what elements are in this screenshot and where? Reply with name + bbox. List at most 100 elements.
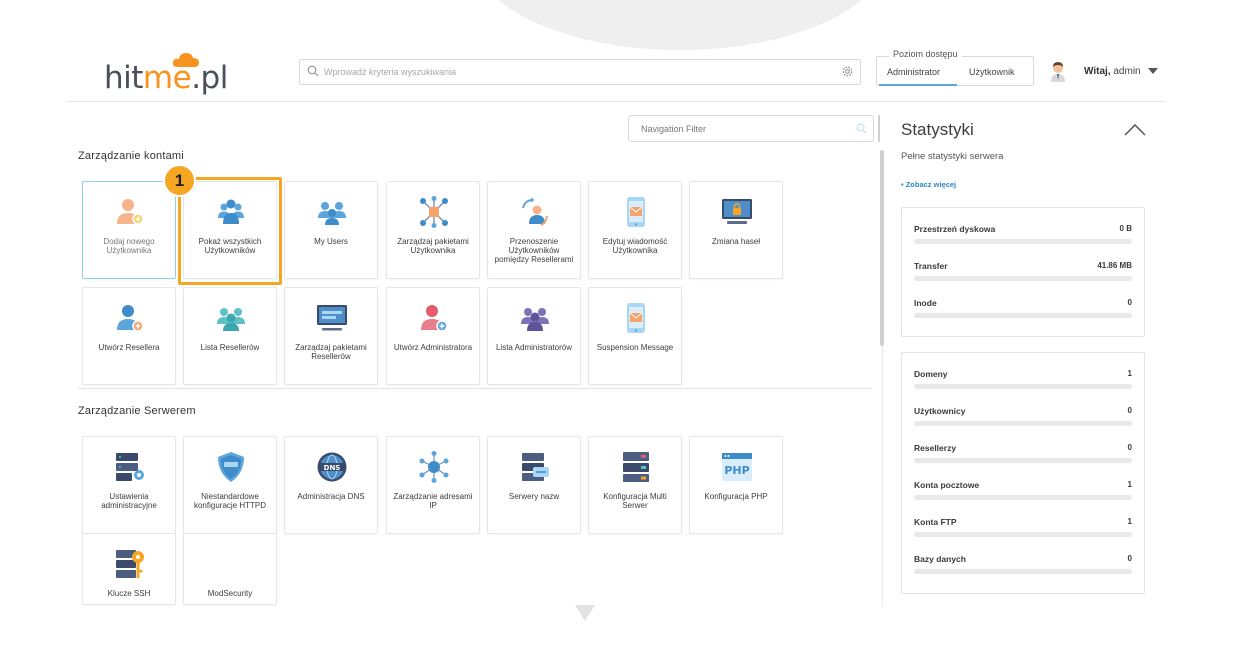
hitme-logo[interactable]: hitme.pl <box>104 52 228 98</box>
see-more-link[interactable]: • Zobacz więcej <box>901 180 956 189</box>
tile-change-passwords[interactable]: Zmiana haseł <box>689 181 783 279</box>
stat-bar <box>914 239 1132 244</box>
stat-value: 1 <box>1127 517 1132 526</box>
tile-modsecurity[interactable]: ModSecurity <box>183 533 277 605</box>
tile-label: Przenoszenie Użytkowników pomiędzy Resel… <box>494 237 574 264</box>
tile-suspension-message[interactable]: Suspension Message <box>588 287 682 385</box>
tile-label: My Users <box>314 237 348 246</box>
search-icon <box>307 65 319 77</box>
stat-bar <box>914 532 1132 537</box>
tile-edit-user-message[interactable]: Edytuj wiadomość Użytkownika <box>588 181 682 279</box>
access-level-switch: Poziom dostępu Administrator Użytkownik <box>876 49 1034 86</box>
stat-inode: Inode 0 <box>914 298 1132 328</box>
stat-name: Użytkownicy <box>914 406 966 416</box>
tile-my-users[interactable]: My Users <box>284 181 378 279</box>
stat-value: 0 <box>1127 406 1132 415</box>
reseller-packages-icon <box>317 305 347 331</box>
stat-bar <box>914 458 1132 463</box>
section-divider <box>78 388 872 389</box>
create-reseller-icon <box>117 305 144 332</box>
tile-label: Utwórz Administratora <box>393 343 473 352</box>
gear-icon[interactable] <box>841 65 854 78</box>
stat-value: 0 <box>1127 298 1132 307</box>
httpd-shield-icon <box>218 452 244 482</box>
stat-name: Przestrzeń dyskowa <box>914 224 996 234</box>
tile-php-config[interactable]: PHP Konfiguracja PHP <box>689 436 783 534</box>
logo-text: hitme.pl <box>104 60 228 96</box>
tile-label: Suspension Message <box>596 343 674 352</box>
access-user-option[interactable]: Użytkownik <box>969 67 1015 77</box>
stat-value: 0 <box>1127 443 1132 452</box>
tile-admin-list[interactable]: Lista Administratorów <box>487 287 581 385</box>
chevron-up-icon[interactable] <box>1124 124 1146 136</box>
tile-ip-management[interactable]: Zarządzanie adresami IP <box>386 436 480 534</box>
tile-create-admin[interactable]: Utwórz Administratora <box>386 287 480 385</box>
greeting: Witaj, admin <box>1084 66 1141 77</box>
php-icon: PHP <box>722 453 752 481</box>
tile-label: Dodaj nowego Użytkownika <box>103 237 155 255</box>
tile-multi-server[interactable]: Konfiguracja Multi Serwer <box>588 436 682 534</box>
stat-transfer: Transfer 41.86 MB <box>914 261 1132 291</box>
global-search[interactable] <box>299 59 861 85</box>
stat-name: Domeny <box>914 369 948 379</box>
dns-globe-icon: DNS <box>317 452 347 482</box>
content-divider <box>882 346 883 606</box>
tile-label: Zmiana haseł <box>711 237 761 246</box>
tile-name-servers[interactable]: Serwery nazw <box>487 436 581 534</box>
monitor-lock-icon <box>722 199 752 224</box>
search-input[interactable] <box>324 63 824 81</box>
chevron-down-icon[interactable] <box>1148 68 1158 74</box>
navigation-filter-input[interactable] <box>641 121 841 137</box>
section-title-server: Zarządzanie Serwerem <box>78 405 196 417</box>
tile-httpd-config[interactable]: Niestandardowe konfiguracje HTTPD <box>183 436 277 534</box>
stat-bar <box>914 313 1132 318</box>
ssh-key-icon <box>116 550 144 578</box>
stats-box-counts: Domeny 1 Użytkownicy 0 Resellerzy 0 Kont… <box>901 352 1145 594</box>
stat-name: Inode <box>914 298 937 308</box>
stat-value: 41.86 MB <box>1097 261 1132 270</box>
tile-transfer-users[interactable]: Przenoszenie Użytkowników pomiędzy Resel… <box>487 181 581 279</box>
tile-label: Lista Resellerów <box>200 343 260 352</box>
tile-ssh-keys[interactable]: Klucze SSH <box>82 533 176 605</box>
svg-text:DNS: DNS <box>324 464 341 472</box>
navigation-filter[interactable] <box>628 115 874 142</box>
tile-label: ModSecurity <box>207 589 253 598</box>
filter-divider <box>878 115 880 142</box>
tile-highlight-frame <box>178 177 282 285</box>
active-access-indicator <box>879 84 957 86</box>
access-admin-option[interactable]: Administrator <box>887 67 940 77</box>
stat-bar <box>914 384 1132 389</box>
tile-admin-settings[interactable]: Ustawienia administracyjne <box>82 436 176 534</box>
top-header: hitme.pl Poziom dostępu Administrator Uż… <box>66 44 1166 102</box>
package-network-icon <box>420 196 448 228</box>
stat-bar <box>914 276 1132 281</box>
access-level-title: Poziom dostępu <box>889 49 962 59</box>
tile-add-user[interactable]: Dodaj nowego Użytkownika <box>82 181 176 279</box>
scrollbar[interactable] <box>880 150 884 346</box>
add-user-icon <box>117 199 144 225</box>
tile-label: Ustawienia administracyjne <box>101 492 157 510</box>
server-settings-icon <box>116 453 144 481</box>
stat-bar <box>914 495 1132 500</box>
tile-label: Utwórz Resellera <box>98 343 160 352</box>
tile-reseller-list[interactable]: Lista Resellerów <box>183 287 277 385</box>
stat-value: 0 B <box>1119 224 1132 233</box>
tile-create-reseller[interactable]: Utwórz Resellera <box>82 287 176 385</box>
stat-name: Resellerzy <box>914 443 957 453</box>
tile-label: Konfiguracja Multi Serwer <box>603 492 667 510</box>
reseller-list-icon <box>217 308 245 331</box>
tile-label: Klucze SSH <box>107 589 151 598</box>
tile-dns-admin[interactable]: DNS Administracja DNS <box>284 436 378 534</box>
name-servers-icon <box>522 453 549 481</box>
scroll-down-icon[interactable] <box>575 605 595 621</box>
modsecurity-icon <box>215 548 247 580</box>
tile-label: Lista Administratorów <box>495 343 573 352</box>
create-admin-icon <box>421 305 448 332</box>
stat-name: Konta FTP <box>914 517 957 527</box>
tile-label: Zarządzanie adresami IP <box>393 492 473 510</box>
ip-network-icon <box>419 451 449 483</box>
tile-label: Konfiguracja PHP <box>704 492 768 501</box>
tile-manage-user-packages[interactable]: Zarządzaj pakietami Użytkownika <box>386 181 480 279</box>
stat-value: 1 <box>1127 480 1132 489</box>
tile-reseller-packages[interactable]: Zarządzaj pakietami Resellerów <box>284 287 378 385</box>
